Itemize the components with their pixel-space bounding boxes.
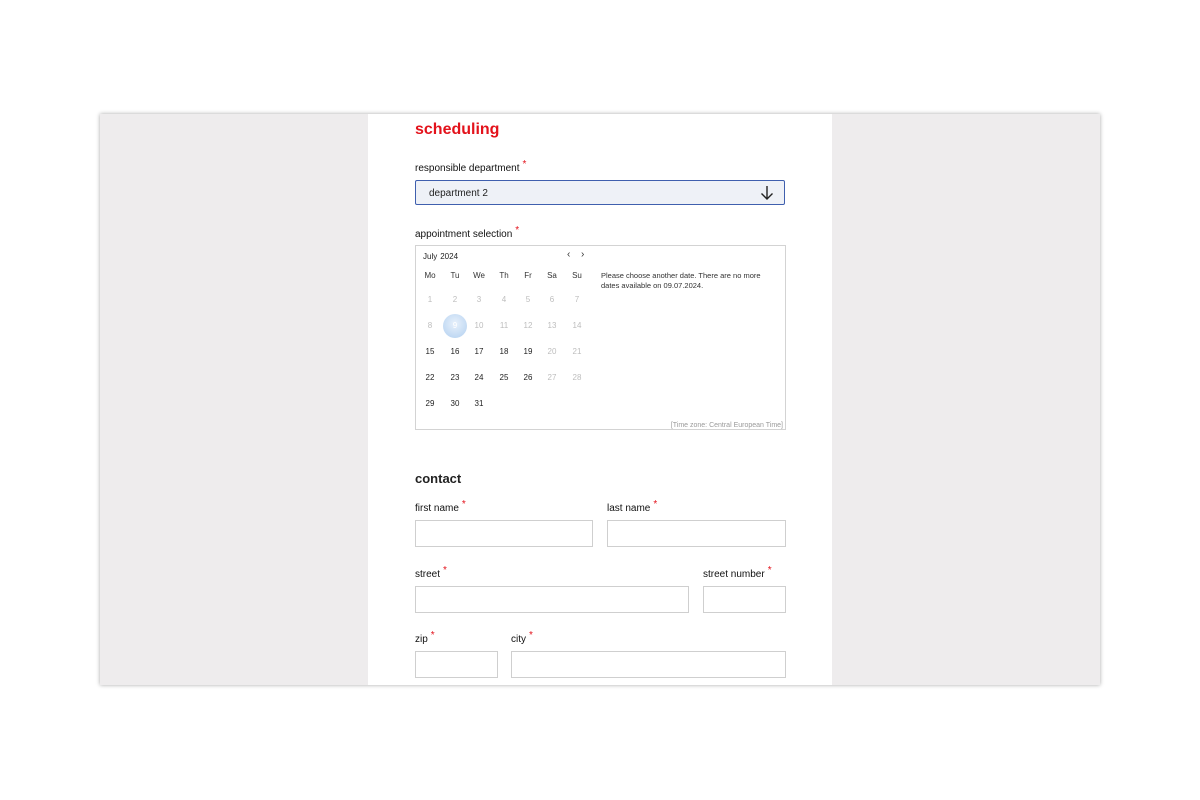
first-name-label: first name *	[415, 499, 466, 514]
form-panel: scheduling responsible department * depar…	[368, 114, 832, 685]
browser-window: scheduling responsible department * depar…	[100, 114, 1100, 685]
street-label-text: street	[415, 569, 441, 580]
calendar-day[interactable]: 30	[443, 392, 467, 416]
weekday-header: Sa	[547, 271, 557, 280]
calendar-day: 4	[501, 295, 507, 304]
contact-heading: contact	[415, 471, 462, 486]
weekday-header: Mo	[424, 271, 436, 280]
calendar-day: 13	[547, 321, 557, 330]
calendar-day[interactable]: 17	[467, 340, 491, 364]
calendar-day[interactable]: 16	[443, 340, 467, 364]
calendar-year: 2024	[440, 252, 459, 261]
required-asterisk: *	[515, 225, 520, 236]
zip-input[interactable]	[415, 651, 498, 678]
city-input[interactable]	[511, 651, 786, 678]
calendar-month-year: July 2024	[423, 252, 461, 261]
weekday-header: We	[473, 271, 485, 280]
calendar-day: 6	[549, 295, 555, 304]
street-number-label: street number *	[703, 565, 772, 580]
calendar-month: July	[423, 252, 438, 261]
chevron-left-icon[interactable]: ‹	[567, 249, 570, 260]
calendar-day[interactable]: 22	[418, 366, 442, 390]
last-name-label-text: last name	[607, 503, 651, 514]
calendar-day[interactable]: 24	[467, 366, 491, 390]
street-input[interactable]	[415, 586, 689, 613]
calendar-day: 20	[547, 347, 557, 356]
calendar-day: 28	[572, 373, 582, 382]
calendar-day[interactable]: 23	[443, 366, 467, 390]
calendar-day: 10	[474, 321, 484, 330]
zip-label-text: zip	[415, 634, 428, 645]
weekday-header: Su	[572, 271, 582, 280]
appointment-label-text: appointment selection	[415, 229, 513, 240]
calendar-day-selected[interactable]: 9	[443, 314, 467, 338]
required-asterisk: *	[653, 499, 658, 510]
first-name-input[interactable]	[415, 520, 593, 547]
last-name-label: last name *	[607, 499, 657, 514]
calendar-day[interactable]: 18	[492, 340, 516, 364]
calendar-day: 8	[427, 321, 433, 330]
calendar-day[interactable]: 25	[492, 366, 516, 390]
required-asterisk: *	[522, 159, 527, 170]
department-select-value: department 2	[429, 188, 488, 199]
calendar-day: 11	[499, 321, 509, 330]
calendar-timezone: [Time zone: Central European Time]	[670, 422, 783, 429]
street-number-input[interactable]	[703, 586, 786, 613]
department-label-text: responsible department	[415, 163, 520, 174]
weekday-header: Tu	[450, 271, 460, 280]
appointment-label: appointment selection *	[415, 225, 519, 240]
city-label-text: city	[511, 634, 526, 645]
required-asterisk: *	[767, 565, 772, 576]
calendar-day: 12	[523, 321, 533, 330]
required-asterisk: *	[443, 565, 447, 576]
required-asterisk: *	[461, 499, 466, 510]
calendar-day[interactable]: 15	[418, 340, 442, 364]
department-select[interactable]: department 2	[415, 180, 785, 205]
street-label: street *	[415, 565, 447, 580]
calendar-day: 1	[427, 295, 433, 304]
calendar-day: 3	[476, 295, 482, 304]
calendar-day: 21	[572, 347, 582, 356]
calendar-day: 7	[574, 295, 580, 304]
calendar-day: 14	[572, 321, 582, 330]
calendar-day[interactable]: 31	[467, 392, 491, 416]
calendar-day: 27	[547, 373, 557, 382]
first-name-label-text: first name	[415, 503, 459, 514]
last-name-input[interactable]	[607, 520, 786, 547]
calendar-day[interactable]: 19	[516, 340, 540, 364]
street-number-label-text: street number	[703, 569, 765, 580]
weekday-header: Fr	[524, 271, 532, 280]
calendar-day[interactable]: 29	[418, 392, 442, 416]
zip-label: zip *	[415, 630, 435, 645]
calendar-day[interactable]: 26	[516, 366, 540, 390]
calendar-day: 5	[525, 295, 531, 304]
department-label: responsible department *	[415, 159, 526, 174]
calendar-message: Please choose another date. There are no…	[601, 271, 761, 290]
city-label: city *	[511, 630, 533, 645]
required-asterisk: *	[529, 630, 533, 641]
arrow-down-icon	[761, 186, 773, 200]
weekday-header: Th	[499, 271, 509, 280]
required-asterisk: *	[430, 630, 435, 641]
chevron-right-icon[interactable]: ›	[581, 249, 584, 260]
scheduling-heading: scheduling	[415, 121, 500, 138]
calendar-day: 2	[452, 295, 458, 304]
calendar-widget: July 2024 ‹ › Please choose another date.…	[415, 245, 786, 430]
